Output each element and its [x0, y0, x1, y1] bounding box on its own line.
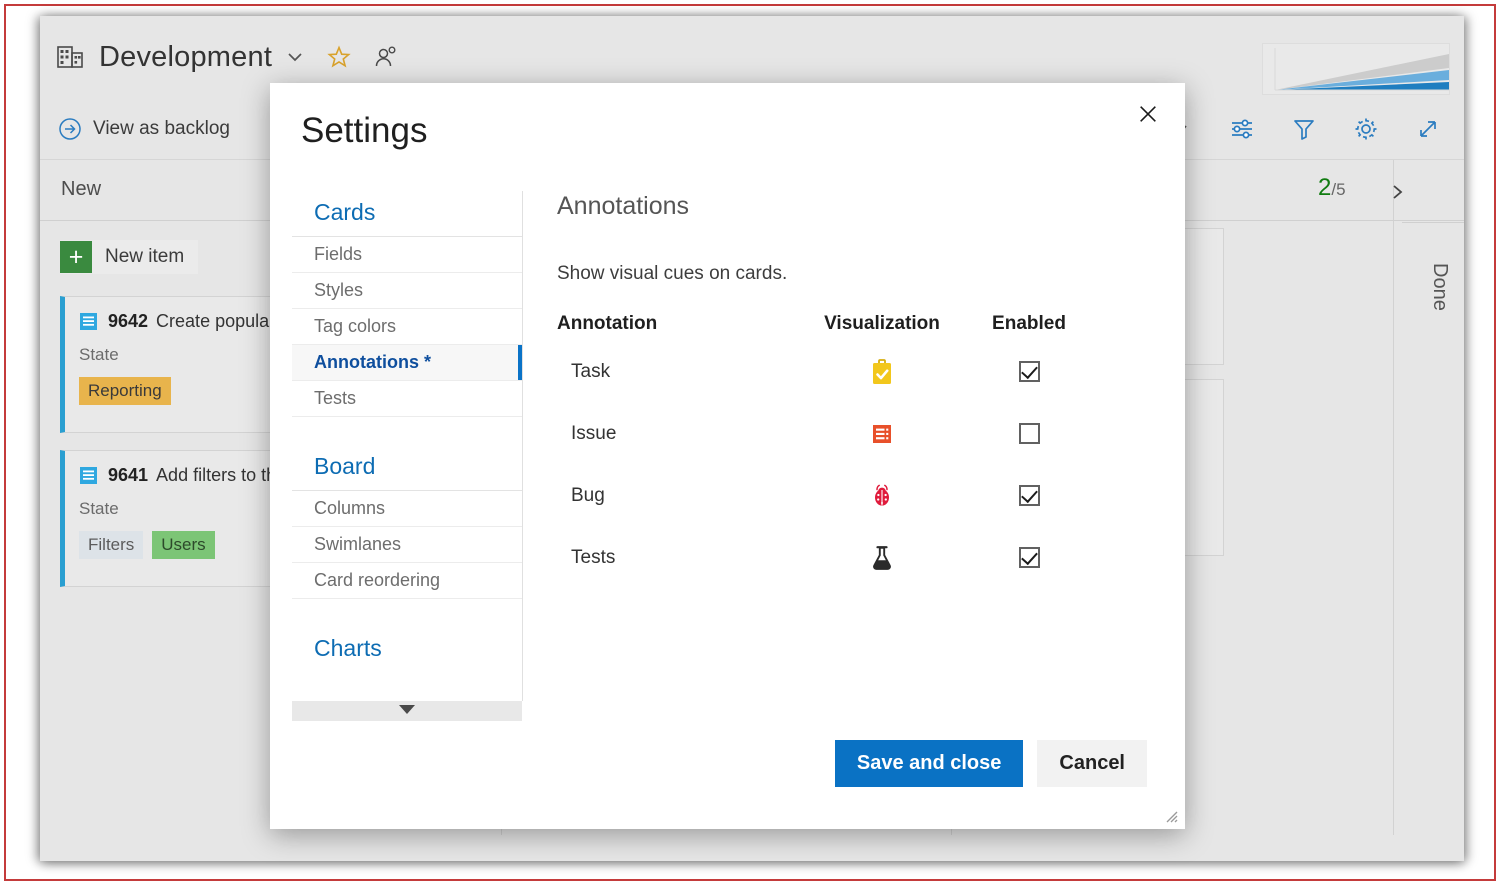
wip-current: 2	[1318, 174, 1331, 201]
page-title: Development	[99, 41, 272, 74]
nav-spacer	[292, 417, 522, 445]
filter-icon[interactable]	[1290, 115, 1318, 143]
annotation-visualization-issue	[793, 403, 971, 465]
annotation-enabled-task	[971, 341, 1087, 403]
new-item-button[interactable]: + New item	[60, 240, 198, 274]
close-icon[interactable]	[1129, 95, 1167, 133]
view-as-backlog-label: View as backlog	[93, 118, 230, 140]
annotation-visualization-task	[793, 341, 971, 403]
column-header-enabled: Enabled	[971, 303, 1087, 341]
work-item-icon	[79, 466, 98, 485]
settings-nav: Cards Fields Styles Tag colors Annotatio…	[292, 191, 522, 701]
annotation-name-task: Task	[557, 341, 793, 403]
tag-filters[interactable]: Filters	[79, 531, 143, 559]
people-icon[interactable]	[374, 45, 398, 69]
work-item-icon	[79, 312, 98, 331]
checkbox-tests[interactable]	[1019, 547, 1040, 568]
triangle-down-icon	[398, 702, 416, 720]
checkbox-task[interactable]	[1019, 361, 1040, 382]
gear-icon[interactable]	[1352, 115, 1380, 143]
sidebar-item-swimlanes[interactable]: Swimlanes	[292, 527, 522, 563]
tag-users[interactable]: Users	[152, 531, 214, 559]
save-and-close-button[interactable]: Save and close	[835, 740, 1024, 787]
sidebar-item-card-reordering[interactable]: Card reordering	[292, 563, 522, 599]
column-divider	[1393, 160, 1394, 835]
settings-dialog: Settings Cards Fields Styles Tag colors …	[270, 83, 1185, 829]
column-header-visualization: Visualization	[793, 303, 971, 341]
flask-icon	[869, 545, 895, 571]
card-title: Create populari	[156, 311, 279, 332]
annotation-visualization-tests	[793, 527, 971, 589]
chevron-right-icon[interactable]	[1387, 182, 1407, 202]
dialog-title: Settings	[301, 111, 427, 151]
column-header-done: Done	[1428, 263, 1451, 311]
nav-group-cards: Cards	[292, 191, 522, 237]
arrow-right-circle-icon	[58, 117, 82, 141]
nav-scroll-down-button[interactable]	[292, 701, 522, 721]
pane-title: Annotations	[557, 191, 1163, 221]
annotation-enabled-bug	[971, 465, 1087, 527]
table-row: Task	[557, 341, 1087, 403]
checkbox-bug[interactable]	[1019, 485, 1040, 506]
pane-description: Show visual cues on cards.	[557, 263, 1163, 285]
card-title: Add filters to th	[156, 465, 276, 486]
annotations-table: Annotation Visualization Enabled Task	[557, 303, 1087, 589]
wip-counter: 2/5	[1318, 174, 1346, 202]
annotation-visualization-bug	[793, 465, 971, 527]
sidebar-item-fields[interactable]: Fields	[292, 237, 522, 273]
screenshot-frame: Development	[4, 4, 1496, 881]
nav-spacer	[292, 599, 522, 627]
sidebar-item-tag-colors[interactable]: Tag colors	[292, 309, 522, 345]
table-row: Issue	[557, 403, 1087, 465]
list-icon	[869, 421, 895, 447]
field-label: State	[79, 345, 119, 365]
fullscreen-icon[interactable]	[1414, 115, 1442, 143]
annotation-name-tests: Tests	[557, 527, 793, 589]
cancel-button[interactable]: Cancel	[1037, 740, 1147, 787]
checkbox-issue[interactable]	[1019, 423, 1040, 444]
chevron-down-icon[interactable]	[285, 47, 305, 67]
plus-icon: +	[60, 241, 92, 273]
sidebar-item-annotations[interactable]: Annotations *	[292, 345, 522, 381]
sliders-icon[interactable]	[1228, 115, 1256, 143]
clipboard-check-icon	[869, 359, 895, 385]
new-item-label: New item	[105, 246, 184, 268]
sidebar-item-columns[interactable]: Columns	[292, 491, 522, 527]
view-as-backlog-button[interactable]: View as backlog	[40, 117, 230, 141]
column-done: Done	[1402, 222, 1464, 835]
cumulative-flow-chart[interactable]	[1262, 43, 1450, 95]
card-id: 9641	[108, 465, 148, 486]
sidebar-item-tests[interactable]: Tests	[292, 381, 522, 417]
column-header-annotation: Annotation	[557, 303, 793, 341]
annotation-name-bug: Bug	[557, 465, 793, 527]
table-row: Tests	[557, 527, 1087, 589]
table-row: Bug	[557, 465, 1087, 527]
nav-group-charts: Charts	[292, 627, 522, 672]
tag-reporting[interactable]: Reporting	[79, 377, 171, 405]
dialog-footer: Save and close Cancel	[835, 740, 1147, 787]
ladybug-icon	[869, 483, 895, 509]
table-header-row: Annotation Visualization Enabled	[557, 303, 1087, 341]
resize-grip-icon[interactable]	[1162, 807, 1178, 823]
sidebar-item-styles[interactable]: Styles	[292, 273, 522, 309]
field-label: State	[79, 499, 119, 519]
annotation-name-issue: Issue	[557, 403, 793, 465]
wip-limit: /5	[1331, 180, 1345, 199]
annotation-enabled-issue	[971, 403, 1087, 465]
building-icon	[57, 46, 83, 68]
star-icon[interactable]	[327, 45, 351, 69]
settings-content-pane: Annotations Show visual cues on cards. A…	[522, 191, 1163, 701]
column-header-new: New	[61, 178, 101, 201]
card-id: 9642	[108, 311, 148, 332]
annotation-enabled-tests	[971, 527, 1087, 589]
nav-group-board: Board	[292, 445, 522, 491]
